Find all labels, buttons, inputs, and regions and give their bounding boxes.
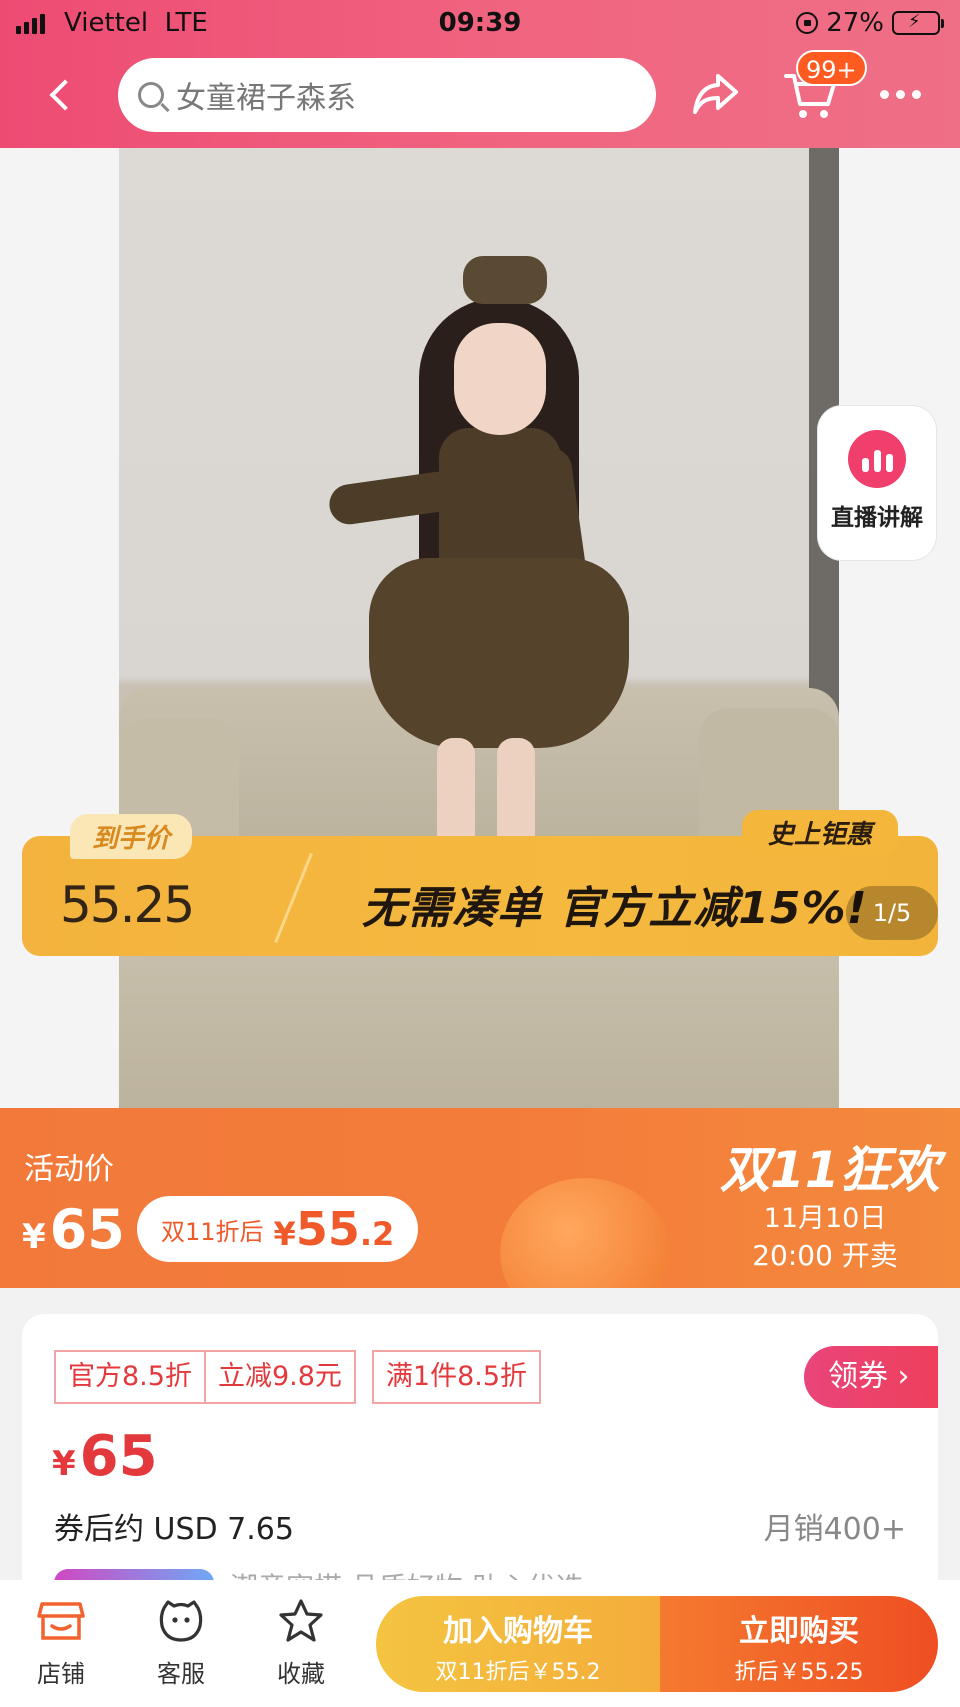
event-open-time: 20:00 开卖 xyxy=(752,1239,898,1272)
best-deal-badge: 史上钜惠 xyxy=(742,810,899,855)
live-explain-label: 直播讲解 xyxy=(831,505,923,531)
battery-percent: 27% xyxy=(826,8,884,38)
nav-bar: 女童裙子森系 99+ xyxy=(0,50,960,136)
event-date: 11月10日 xyxy=(763,1203,887,1234)
buy-now-label: 立即购买 xyxy=(739,1614,859,1649)
battery-icon: ⚡ xyxy=(892,11,944,35)
favorite-button[interactable]: 收藏 xyxy=(256,1598,346,1689)
service-label: 客服 xyxy=(157,1660,205,1688)
activity-label: 活动价 xyxy=(24,1152,114,1187)
status-bar: Viettel LTE 09:39 27% ⚡ xyxy=(0,0,960,48)
share-icon[interactable] xyxy=(690,68,742,120)
status-right: 27% ⚡ xyxy=(796,8,944,38)
shop-button[interactable]: 店铺 xyxy=(16,1598,106,1689)
promo-slogan: 无需凑单 官方立减15%! xyxy=(362,883,868,934)
back-icon[interactable] xyxy=(40,74,84,118)
discount-chip[interactable]: 满1件8.5折 xyxy=(371,1350,542,1404)
live-icon xyxy=(848,430,906,488)
product-gallery[interactable]: 直播讲解 xyxy=(0,148,960,1108)
discount-chip[interactable]: 立减9.8元 xyxy=(205,1350,356,1404)
shop-label: 店铺 xyxy=(37,1660,85,1688)
favorite-label: 收藏 xyxy=(277,1660,325,1688)
add-to-cart-label: 加入购物车 xyxy=(443,1614,593,1649)
discount-chip[interactable]: 官方8.5折 xyxy=(54,1350,206,1404)
product-photo xyxy=(119,148,839,1108)
search-icon xyxy=(138,82,164,108)
search-placeholder: 女童裙子森系 xyxy=(176,81,356,116)
bottom-action-bar: 店铺 客服 收藏 加入购物车 双11折后￥55.2 立即购买 折后￥55.25 xyxy=(0,1580,960,1707)
buy-now-sub: 折后￥55.25 xyxy=(734,1660,864,1685)
rotation-lock-icon xyxy=(796,12,819,34)
promo-banner: 到手价 55.25 无需凑单 官方立减15%! 史上钜惠 xyxy=(22,810,938,956)
header: Viettel LTE 09:39 27% ⚡ 女童裙子森系 99+ xyxy=(0,0,960,148)
search-input[interactable]: 女童裙子森系 xyxy=(118,58,656,132)
final-price: 55.25 xyxy=(60,876,195,934)
buy-now-button[interactable]: 立即购买 折后￥55.25 xyxy=(660,1596,938,1692)
add-to-cart-sub: 双11折后￥55.2 xyxy=(435,1660,601,1685)
divider xyxy=(274,852,313,944)
gallery-pager: 1/5 xyxy=(846,886,938,940)
double11-price-pill: 双11折后 ¥55.2 xyxy=(137,1196,419,1262)
event-title: 双11狂欢 xyxy=(720,1141,940,1199)
get-coupon-button[interactable]: 领券 › xyxy=(804,1346,938,1408)
usd-price: 券后约 USD 7.65 xyxy=(54,1512,294,1547)
double11-price: ¥55.2 xyxy=(273,1202,395,1256)
cart-count-badge: 99+ xyxy=(796,50,867,86)
product-price: ¥65 xyxy=(52,1424,158,1489)
activity-price-bar: 活动价 ¥65 双11折后 ¥55.2 双11狂欢 11月10日 20:00 开… xyxy=(0,1108,960,1288)
star-icon xyxy=(279,1599,323,1642)
discount-chips: 官方8.5折 立减9.8元 满1件8.5折 xyxy=(54,1350,542,1404)
shop-icon xyxy=(37,1602,85,1640)
customer-service-button[interactable]: 客服 xyxy=(136,1598,226,1689)
more-icon[interactable] xyxy=(880,90,921,99)
double11-label: 双11折后 xyxy=(161,1217,264,1246)
service-icon xyxy=(159,1600,203,1642)
mascot-graphic xyxy=(500,1178,670,1288)
activity-price: ¥65 xyxy=(22,1198,125,1261)
add-to-cart-button[interactable]: 加入购物车 双11折后￥55.2 xyxy=(376,1596,660,1692)
final-price-tag: 到手价 xyxy=(70,814,193,859)
monthly-sales: 月销400+ xyxy=(763,1512,906,1547)
live-explain-button[interactable]: 直播讲解 xyxy=(818,406,936,560)
